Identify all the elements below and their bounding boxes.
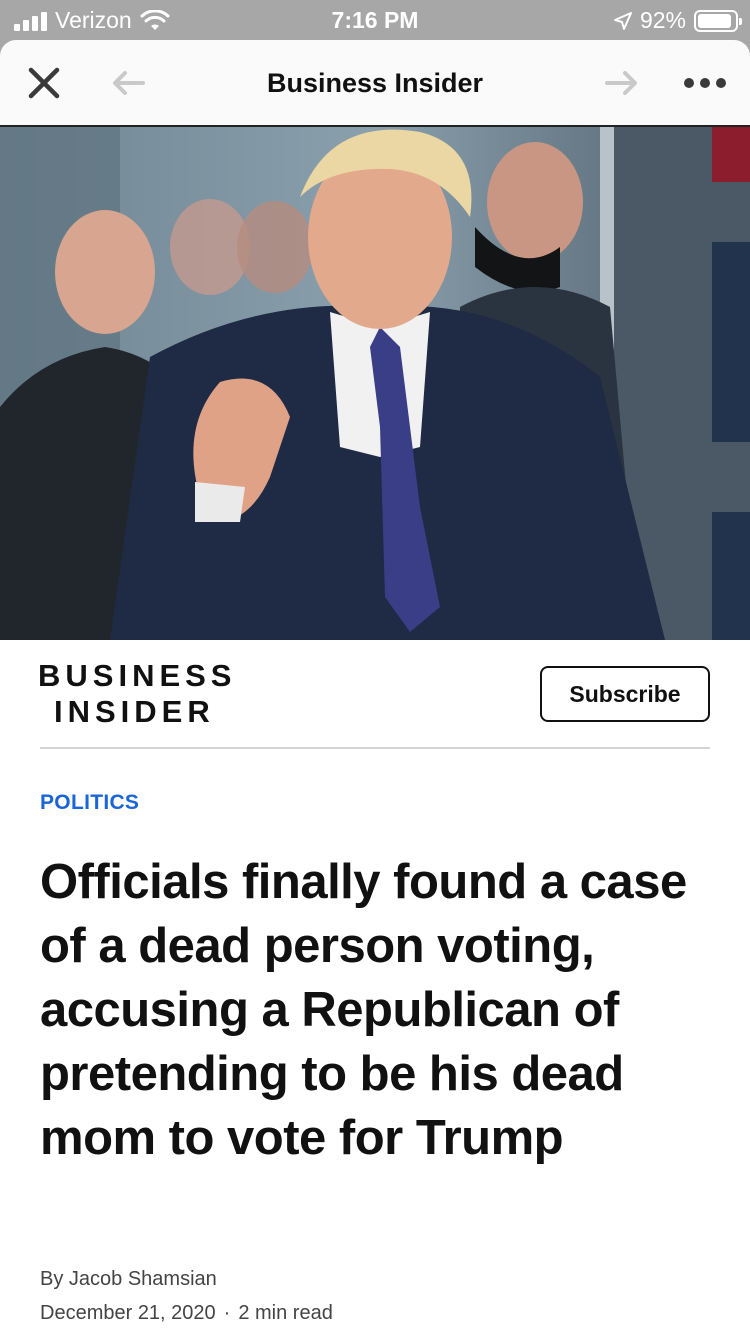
article-category-link[interactable]: POLITICS: [40, 791, 139, 815]
logo-line-2: INSIDER: [54, 694, 215, 729]
battery-icon: [694, 9, 742, 32]
more-horizontal-icon: [684, 78, 726, 88]
hero-photo: [0, 127, 750, 640]
subscribe-button[interactable]: Subscribe: [540, 666, 710, 722]
battery-percent: 92%: [639, 7, 686, 33]
hero-image: [0, 127, 750, 640]
meta-separator: ·: [223, 1302, 231, 1324]
logo-line-1: BUSINESS: [38, 658, 237, 693]
article-headline: Officials finally found a case of a dead…: [40, 855, 687, 1165]
business-insider-logo: BUSINESS INSIDER: [38, 658, 268, 730]
battery-fill: [698, 13, 732, 28]
arrow-right-icon: [605, 71, 637, 95]
article-meta: December 21, 2020 · 2 min read: [40, 1302, 333, 1325]
status-bar: Verizon 7:16 PM 92%: [0, 0, 750, 40]
nav-bar: Business Insider: [0, 40, 750, 127]
location-arrow-icon: [613, 11, 632, 30]
forward-button[interactable]: [604, 62, 640, 104]
divider: [40, 747, 710, 749]
article-read-time: 2 min read: [238, 1302, 333, 1324]
article-date: December 21, 2020: [40, 1302, 216, 1324]
article-byline[interactable]: By Jacob Shamsian: [40, 1268, 217, 1291]
status-right: 92%: [613, 7, 742, 34]
more-button[interactable]: [682, 62, 728, 104]
